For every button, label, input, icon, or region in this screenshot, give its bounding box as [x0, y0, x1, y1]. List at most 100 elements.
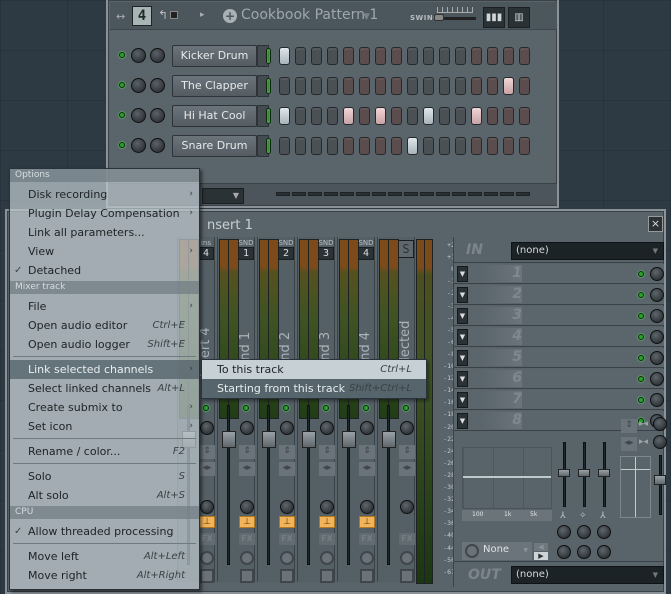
step-button[interactable] — [519, 107, 530, 125]
swap-icon[interactable]: ⇕ — [319, 445, 335, 459]
output-select[interactable]: (none) ▼ — [511, 566, 664, 584]
swap-icon[interactable]: ⇕ — [621, 419, 637, 433]
time-select[interactable]: None ▼ — [462, 542, 532, 560]
reverse-stereo-icon[interactable]: ◂▸ — [621, 437, 637, 451]
slot-menu-button[interactable]: ▼ — [457, 392, 468, 408]
pattern-number-display[interactable]: 4 — [132, 6, 152, 26]
step-button[interactable] — [343, 47, 354, 65]
channel-select-led[interactable] — [266, 138, 271, 154]
menu-item[interactable]: Link selected channels › — [10, 360, 199, 379]
step-button[interactable] — [487, 137, 498, 155]
step-button[interactable] — [375, 77, 386, 95]
slot-enable-led[interactable] — [638, 334, 644, 340]
channel-volume-knob[interactable] — [150, 48, 165, 63]
save-icon[interactable] — [360, 569, 374, 583]
fx-icon[interactable]: FX — [199, 533, 215, 545]
mixer-strip[interactable]: SND 1 Send 1 ⇕ ◂▸ ⊥ FX — [217, 237, 255, 583]
channel-pan-knob[interactable] — [131, 48, 146, 63]
clock-icon[interactable] — [320, 551, 334, 565]
volume-fader[interactable] — [347, 405, 350, 565]
step-button[interactable] — [455, 77, 466, 95]
slot-menu-button[interactable]: ▼ — [457, 371, 468, 387]
clock-icon[interactable] — [360, 551, 374, 565]
volume-fader[interactable] — [387, 405, 390, 565]
stereo-icon[interactable]: ◂▸ — [239, 462, 255, 476]
menu-item[interactable]: Rename / color... F2 — [10, 442, 199, 461]
close-button[interactable]: × — [648, 216, 663, 232]
save-icon[interactable] — [200, 569, 214, 583]
mixer-strip[interactable]: SND 3 Send 3 ⇕ ◂▸ ⊥ FX — [297, 237, 335, 583]
fx-icon[interactable]: FX — [279, 533, 295, 545]
step-button[interactable] — [455, 47, 466, 65]
fx-slot[interactable]: ▼ 6 — [454, 369, 664, 389]
step-button[interactable] — [279, 47, 290, 65]
pattern-name[interactable]: Cookbook Pattern 1 — [241, 7, 378, 23]
step-button[interactable] — [503, 77, 514, 95]
slot-mix-knob[interactable] — [650, 267, 664, 281]
channel-mute-led[interactable] — [119, 82, 125, 88]
stop-icon[interactable] — [170, 11, 178, 19]
step-button[interactable] — [439, 77, 450, 95]
step-button[interactable] — [359, 107, 370, 125]
eq-graph[interactable] — [462, 447, 552, 509]
slot-enable-led[interactable] — [638, 397, 644, 403]
step-button[interactable] — [471, 107, 482, 125]
stereo-icon[interactable]: ◂▸ — [359, 462, 375, 476]
step-button[interactable] — [327, 77, 338, 95]
step-button[interactable] — [327, 107, 338, 125]
fx-slot[interactable]: ▼ 1 — [454, 264, 664, 284]
arrow-left-icon[interactable]: ◀ — [534, 543, 548, 551]
menu-item[interactable]: Alt solo Alt+S — [10, 486, 199, 505]
eq-band-handle-mid[interactable] — [578, 469, 590, 477]
step-button[interactable] — [391, 137, 402, 155]
pan-knob[interactable] — [240, 421, 254, 435]
step-button[interactable] — [359, 137, 370, 155]
step-button[interactable] — [311, 47, 322, 65]
step-button[interactable] — [487, 77, 498, 95]
pan-knob[interactable] — [320, 421, 334, 435]
menu-item[interactable]: Plugin Delay Compensation › — [10, 204, 199, 223]
step-button[interactable] — [311, 137, 322, 155]
menu-item[interactable]: View › — [10, 242, 199, 261]
channel-name-button[interactable]: Hi Hat Cool — [172, 105, 257, 127]
step-button[interactable] — [375, 47, 386, 65]
swap-icon[interactable]: ⇕ — [359, 445, 375, 459]
graph-editor-button[interactable]: ▮▮▮ — [483, 7, 505, 28]
menu-item[interactable]: Disk recording › — [10, 185, 199, 204]
menu-item[interactable]: Open audio logger Shift+E — [10, 335, 199, 354]
slot-enable-led[interactable] — [638, 313, 644, 319]
send-level-knob[interactable] — [320, 500, 334, 514]
step-button[interactable] — [487, 107, 498, 125]
step-button[interactable] — [375, 137, 386, 155]
slot-menu-button[interactable]: ▼ — [457, 329, 468, 345]
slot-mix-knob[interactable] — [650, 372, 664, 386]
menu-item[interactable]: Open audio editor Ctrl+E — [10, 316, 199, 335]
step-button[interactable] — [343, 137, 354, 155]
step-button[interactable] — [423, 77, 434, 95]
step-button[interactable] — [503, 137, 514, 155]
slot-enable-led[interactable] — [638, 292, 644, 298]
step-button[interactable] — [407, 47, 418, 65]
step-button[interactable] — [423, 107, 434, 125]
channel-volume-knob[interactable] — [150, 108, 165, 123]
pan-knob[interactable] — [360, 421, 374, 435]
step-button[interactable] — [311, 107, 322, 125]
channel-mute-led[interactable] — [119, 52, 125, 58]
slot-mix-knob[interactable] — [650, 288, 664, 302]
mixer-strip[interactable]: S Selected ⇕ ◂▸ FX — [377, 237, 415, 583]
eq-bw-knob-low[interactable] — [557, 545, 571, 559]
fx-icon[interactable]: FX — [319, 533, 335, 545]
channel-select-led[interactable] — [266, 108, 271, 124]
step-button[interactable] — [279, 77, 290, 95]
step-button[interactable] — [503, 47, 514, 65]
slot-enable-led[interactable] — [638, 355, 644, 361]
save-icon[interactable] — [280, 569, 294, 583]
menu-item[interactable]: Move left Alt+Left — [10, 547, 199, 566]
step-button[interactable] — [439, 47, 450, 65]
route-to-icon[interactable]: ⊥ — [359, 516, 375, 528]
send-level-knob[interactable] — [400, 500, 414, 514]
step-button[interactable] — [327, 137, 338, 155]
strip-enable-led[interactable] — [403, 405, 409, 411]
step-button[interactable] — [327, 47, 338, 65]
step-button[interactable] — [391, 107, 402, 125]
